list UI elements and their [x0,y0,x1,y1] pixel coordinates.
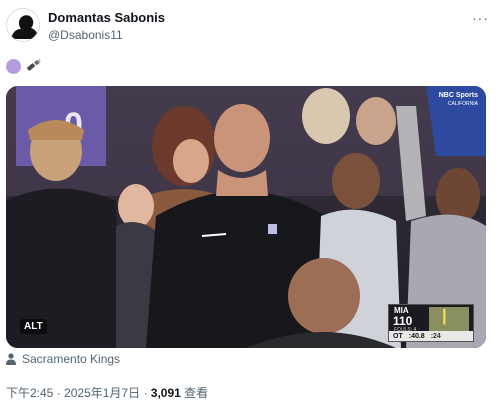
scoreboard-clock: :40.8 [408,332,425,340]
scoreboard-period: OT [393,332,403,340]
location-tag[interactable]: Sacramento Kings [6,352,120,366]
tweet-header: Domantas Sabonis @Dsabonis11 ··· [6,6,493,46]
author-handle[interactable]: @Dsabonis11 [48,28,123,42]
author-avatar[interactable] [6,8,40,42]
alt-text-badge[interactable]: ALT [20,319,47,334]
silhouette-avatar-icon [7,9,39,41]
scoreboard: MIA 110 FOULS: 4 ꟾ OT :40.8 :24 [388,304,474,342]
person-icon [6,353,16,365]
network-logo-text: NBC Sports [438,92,478,99]
views-count: 3,091 [150,386,181,400]
flashlight-icon [27,59,41,71]
location-label: Sacramento Kings [22,352,121,366]
scoreboard-shot-clock: :24 [430,332,441,340]
purple-circle-icon [6,58,21,74]
tweet-meta: 下午2:45 · 2025年1月7日 · 3,091 查看 [6,384,208,401]
meta-separator: · [56,386,65,400]
network-logo-sub: CALIFORNIA [447,101,478,107]
scoreboard-clock-bar: OT :40.8 :24 [389,331,473,341]
team-logo-icon: ꟾ [429,307,469,331]
views-label: 查看 [184,386,209,400]
tweet-time[interactable]: 下午2:45 [6,386,53,400]
author-display-name[interactable]: Domantas Sabonis [48,10,165,25]
meta-separator: · [143,386,151,400]
tweet-date[interactable]: 2025年1月7日 [64,386,140,400]
tweet-media-image[interactable]: 0 NBC Sports CALIFORNIA ALT MIA [6,86,486,348]
network-logo: NBC Sports CALIFORNIA [439,92,478,108]
more-options-icon[interactable]: ··· [472,10,489,26]
tweet-text [6,57,41,75]
scoreboard-score: 110 [393,314,413,328]
team-logo-mark: ꟾ [442,311,447,328]
